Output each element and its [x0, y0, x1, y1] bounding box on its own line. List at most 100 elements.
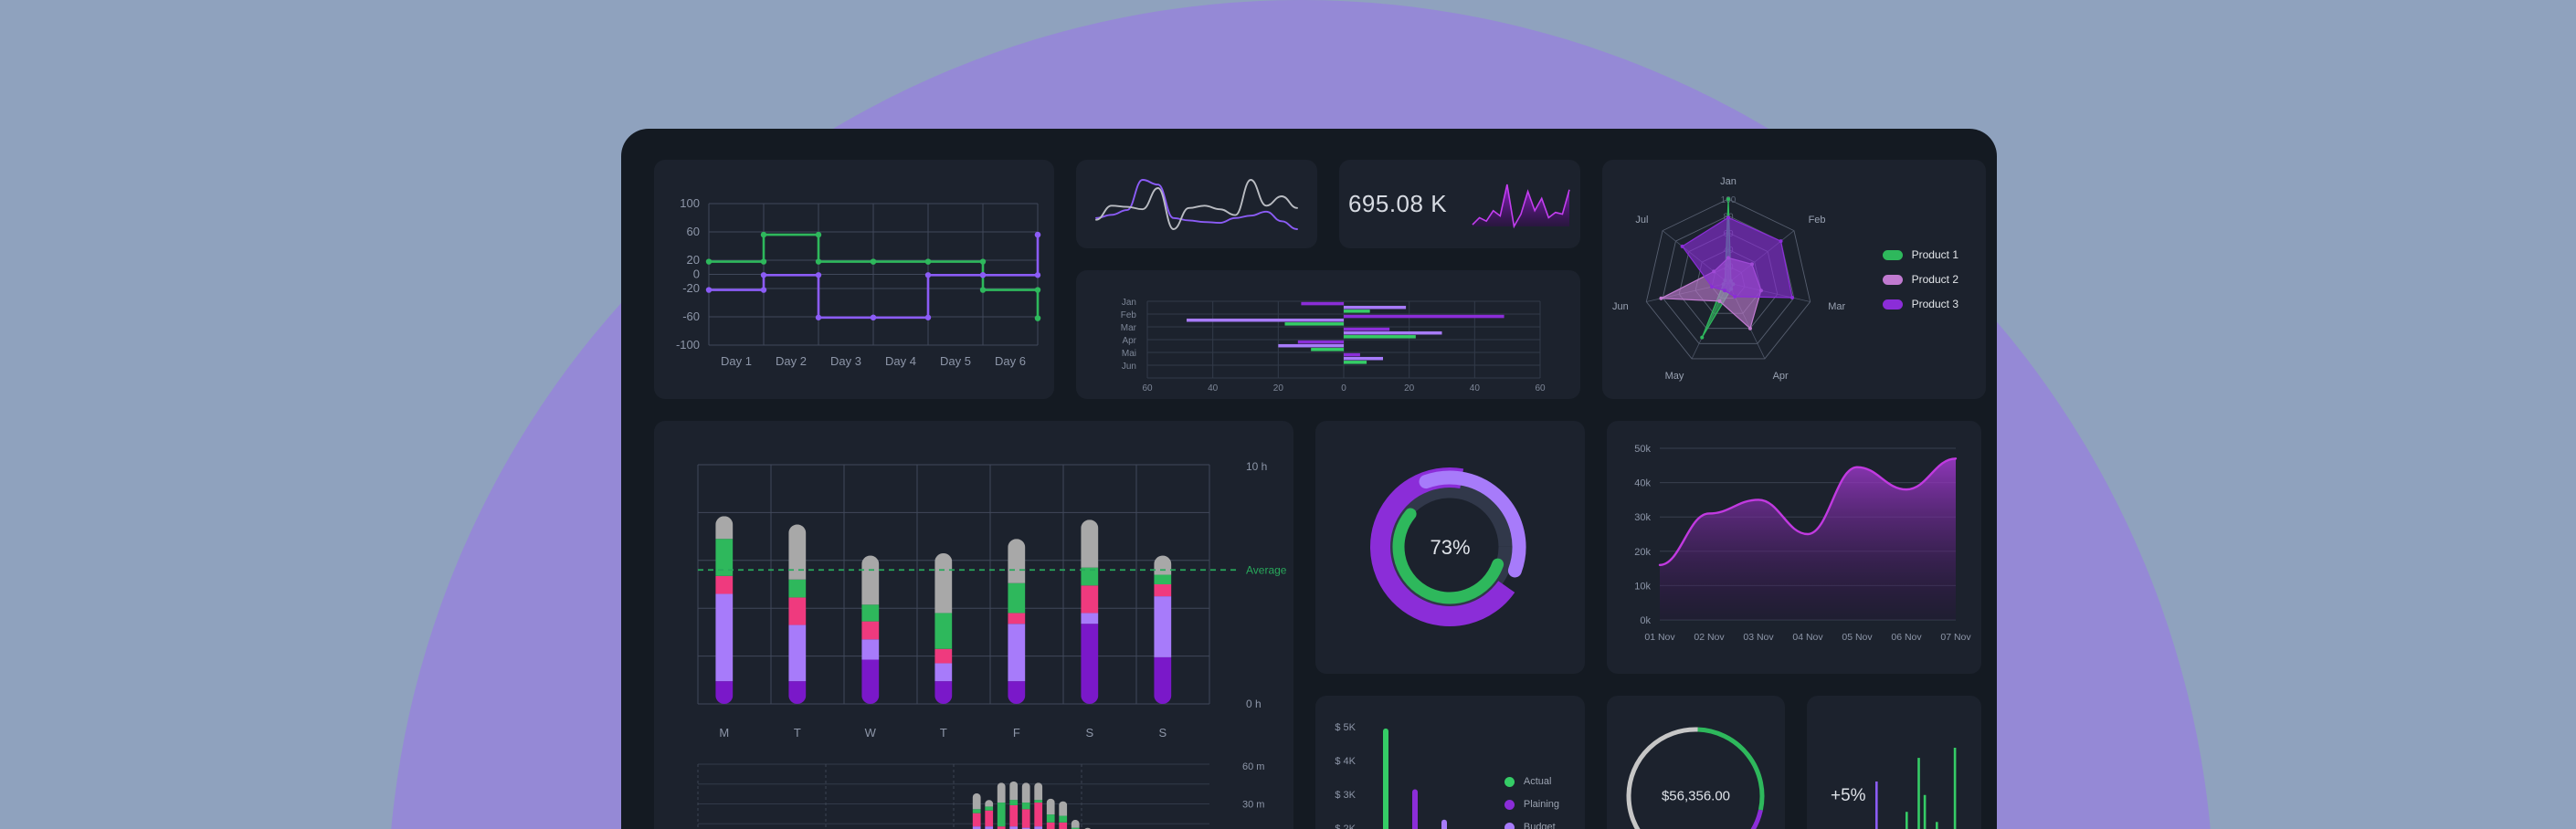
svg-text:60: 60 [1142, 383, 1153, 394]
svg-text:0 h: 0 h [1246, 698, 1262, 710]
donut-value: 73% [1430, 535, 1471, 559]
svg-text:02 Nov: 02 Nov [1694, 632, 1725, 643]
svg-text:Jan: Jan [1122, 298, 1136, 308]
budget-comparison-card[interactable]: $ 5K$ 4K$ 3K$ 2K$ 1K50 Actual Plaining [1315, 696, 1585, 829]
legend-label: Product 3 [1911, 298, 1958, 310]
legend-item-product-3[interactable]: Product 3 [1882, 298, 1958, 310]
svg-text:Day 1: Day 1 [721, 354, 752, 368]
svg-text:20: 20 [1404, 383, 1415, 394]
kpi-total-card[interactable]: 695.08 K [1339, 160, 1580, 248]
revenue-area-chart: 50k 40k 30k 20k 10k 0k 01 Nov 02 Nov 03 Nov 04 N… [1634, 444, 1971, 643]
svg-text:M: M [719, 726, 729, 740]
legend-item-product-1[interactable]: Product 1 [1882, 248, 1958, 261]
mini-cards-row: 695.08 K [1076, 160, 1580, 248]
svg-text:0: 0 [693, 268, 700, 281]
legend-item-product-2[interactable]: Product 2 [1882, 273, 1958, 286]
diverging-bar-chart: Jan Feb Mar Apr Mai Jun 60 40 20 0 20 40 60 [1121, 298, 1546, 394]
svg-text:Jun: Jun [1122, 362, 1136, 372]
total-ring-chart [1626, 727, 1765, 829]
diverging-bar-card[interactable]: Jan Feb Mar Apr Mai Jun 60 40 20 0 20 40 60 [1076, 270, 1580, 399]
svg-text:Apr: Apr [1122, 336, 1136, 346]
svg-text:10 h: 10 h [1246, 460, 1267, 473]
svg-text:Jun: Jun [1612, 301, 1629, 312]
legend-dot-icon [1504, 822, 1515, 829]
legend-label: Actual [1523, 776, 1552, 787]
svg-text:40: 40 [1208, 383, 1219, 394]
svg-text:-60: -60 [682, 310, 700, 323]
svg-text:S: S [1085, 726, 1093, 740]
svg-text:04 Nov: 04 Nov [1792, 632, 1823, 643]
activity-card[interactable]: Average MTWTFSS 10 h0 h 00061218 60 m30 … [654, 421, 1293, 829]
dashboard-top-row: 100 60 20 0 -20 -60 -100 Day 1 Day 2 Day 3 Day 4D… [654, 160, 1986, 399]
total-ring-card[interactable]: $56,356.00 [1607, 696, 1785, 829]
svg-text:Day 4: Day 4 [885, 354, 916, 368]
svg-text:100: 100 [680, 196, 700, 210]
legend-swatch-icon [1882, 299, 1903, 310]
svg-text:30k: 30k [1634, 512, 1651, 523]
delta-value: +5% [1831, 785, 1866, 805]
weekly-stacked-bar-chart: Average M T W T F S S 10 h 0 h [697, 460, 1287, 740]
svg-text:10k: 10k [1634, 581, 1651, 592]
right-lower-row: $ 5K$ 4K$ 3K$ 2K$ 1K50 Actual Plaining [1315, 696, 1981, 829]
ring-value: $56,356.00 [1661, 788, 1731, 803]
kpi-sparkarea [1472, 184, 1570, 228]
legend-swatch-icon [1882, 274, 1903, 285]
svg-text:30 m: 30 m [1242, 800, 1264, 811]
svg-text:60: 60 [687, 225, 700, 238]
svg-text:40k: 40k [1634, 478, 1651, 489]
svg-text:$ 4K: $ 4K [1335, 756, 1356, 767]
svg-text:Day 6: Day 6 [995, 354, 1026, 368]
legend-swatch-icon [1882, 249, 1903, 260]
svg-text:Average: Average [1246, 563, 1287, 576]
legend-item-actual[interactable]: Actual [1504, 776, 1559, 787]
svg-text:-100: -100 [676, 338, 700, 352]
legend-label: Budget [1523, 822, 1556, 829]
legend-label: Product 2 [1911, 273, 1958, 286]
svg-text:F: F [1013, 726, 1020, 740]
dual-sparkline [1095, 179, 1298, 230]
svg-text:40: 40 [1470, 383, 1481, 394]
svg-text:W: W [865, 726, 877, 740]
svg-text:Day 3: Day 3 [830, 354, 861, 368]
svg-text:Mai: Mai [1122, 349, 1136, 359]
svg-text:0: 0 [1341, 383, 1346, 394]
svg-text:$ 3K: $ 3K [1335, 790, 1356, 801]
delta-bar-sparkline [1875, 748, 1957, 829]
dashboard-device-frame: 100 60 20 0 -20 -60 -100 Day 1 Day 2 Day 3 Day 4D… [621, 129, 1997, 829]
svg-text:20: 20 [1273, 383, 1284, 394]
svg-text:May: May [1665, 371, 1684, 382]
svg-text:20: 20 [687, 253, 700, 267]
percent-change-card[interactable]: +5% [1807, 696, 1981, 829]
svg-text:05 Nov: 05 Nov [1842, 632, 1873, 643]
svg-text:Mar: Mar [1121, 323, 1137, 333]
right-upper-row: 73% 50k 40k 30k 20k 10k 0k 01 Nov 02 Nov… [1315, 421, 1981, 674]
svg-text:06 Nov: 06 Nov [1891, 632, 1922, 643]
svg-text:S: S [1158, 726, 1167, 740]
legend-label: Plaining [1523, 799, 1559, 810]
donut-gauge-card[interactable]: 73% [1315, 421, 1585, 674]
svg-text:Apr: Apr [1773, 371, 1789, 382]
dashboard-mid-column: 695.08 K Jan Feb Mar Apr Mai Jun 60 40 2… [1076, 160, 1580, 399]
svg-text:50k: 50k [1634, 444, 1651, 455]
dual-sparkline-card[interactable] [1076, 160, 1317, 248]
budget-legend: Actual Plaining Budget [1504, 776, 1559, 829]
svg-text:Feb: Feb [1121, 310, 1137, 320]
svg-text:0k: 0k [1640, 615, 1651, 626]
legend-item-budget[interactable]: Budget [1504, 822, 1559, 829]
legend-label: Product 1 [1911, 248, 1958, 261]
legend-item-plaining[interactable]: Plaining [1504, 799, 1559, 810]
revenue-area-card[interactable]: 50k 40k 30k 20k 10k 0k 01 Nov 02 Nov 03 Nov 04 N… [1607, 421, 1981, 674]
radar-chart-card[interactable]: 20406080100 JanFebMarAprMayJunJul Produc… [1602, 160, 1986, 399]
svg-text:Feb: Feb [1809, 215, 1826, 226]
svg-text:$ 2K: $ 2K [1335, 824, 1356, 829]
hourly-activity-chart: 00061218 60 m30 m0 h [697, 761, 1264, 829]
radar-legend: Product 1 Product 2 Product 3 [1882, 248, 1958, 310]
svg-text:$ 5K: $ 5K [1335, 722, 1356, 733]
svg-text:Jul: Jul [1635, 215, 1648, 226]
kpi-value: 695.08 K [1347, 190, 1448, 217]
legend-dot-icon [1504, 799, 1515, 810]
svg-text:Jan: Jan [1720, 176, 1737, 187]
svg-text:07 Nov: 07 Nov [1940, 632, 1971, 643]
step-line-chart-card[interactable]: 100 60 20 0 -20 -60 -100 Day 1 Day 2 Day 3 Day 4 D… [654, 160, 1054, 399]
svg-text:Mar: Mar [1828, 301, 1845, 312]
